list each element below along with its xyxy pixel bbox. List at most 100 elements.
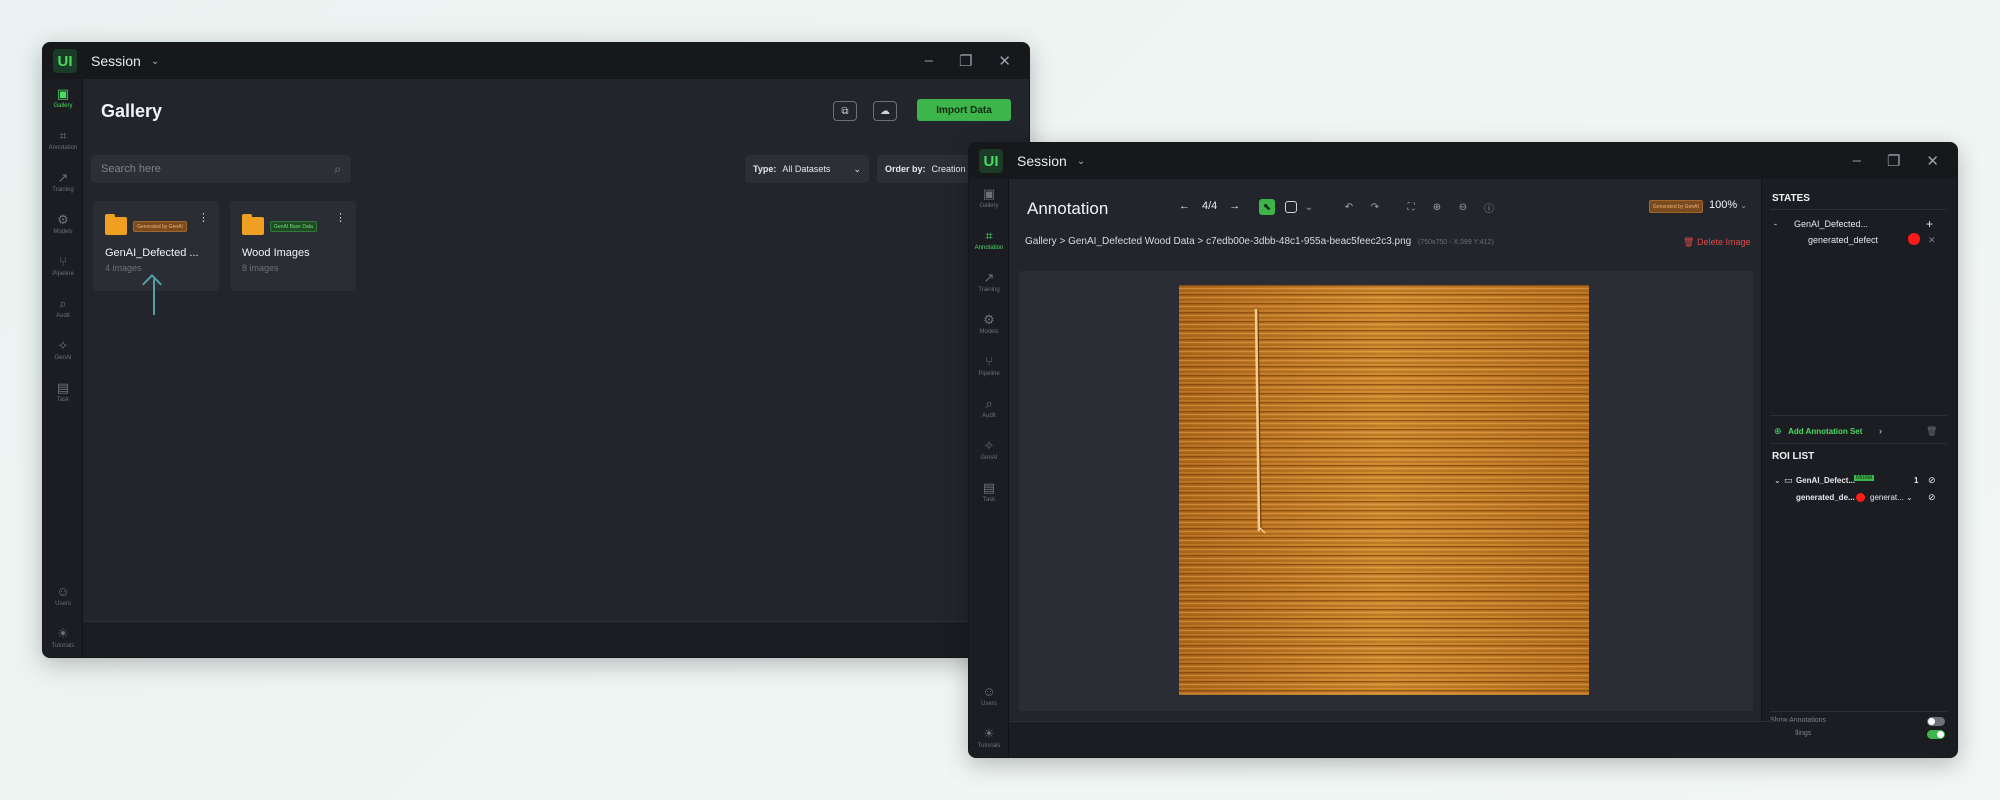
arrow-left-icon[interactable]: ← — [1179, 200, 1190, 212]
zoom-in-icon[interactable]: ⊕ — [1429, 199, 1445, 215]
sidebar-item-pipeline[interactable]: ⑂ Pipeline — [969, 355, 1009, 378]
app-logo: UI — [53, 49, 77, 73]
sidebar-item-task[interactable]: ▤ Task — [969, 481, 1009, 504]
close-icon[interactable]: ✕ — [1926, 152, 1939, 170]
sidebar-item-pipeline[interactable]: ⑂ Pipeline — [43, 255, 83, 278]
annotation-window: UI Session ⌄ – ❐ ✕ ▣ Gallery ⌗ Annotatio… — [968, 142, 1958, 758]
sidebar-item-genai[interactable]: ✧ GenAI — [969, 439, 1009, 462]
sidebar: ▣ Gallery ⌗ Annotation ↗ Training ⚙ Mode… — [969, 179, 1009, 757]
sidebar-item-gallery[interactable]: ▣ Gallery — [969, 186, 1009, 210]
gear-icon: ⚙ — [57, 212, 69, 227]
wand-icon: ✧ — [57, 338, 69, 353]
sidebar-item-audit[interactable]: ⌕ Audit — [969, 396, 1009, 420]
undo-icon[interactable]: ↶ — [1341, 199, 1357, 215]
sidebar-item-task[interactable]: ▤ Task — [43, 380, 83, 404]
crop-icon: ⌗ — [985, 228, 993, 243]
chevron-down-icon[interactable]: ⌄ — [1077, 156, 1085, 167]
roi-set-name[interactable]: GenAI_Defect... — [1796, 476, 1855, 485]
clipboard-icon: ▤ — [56, 380, 70, 395]
roi-type-select[interactable]: generat... ⌄ — [1870, 493, 1913, 502]
fit-icon[interactable]: ⛶ — [1403, 199, 1419, 215]
arrow-right-icon[interactable]: → — [1229, 200, 1240, 212]
close-icon[interactable]: ✕ — [1928, 235, 1936, 246]
sidebar-item-tutorials[interactable]: ☀ Tutorials — [969, 727, 1009, 750]
annotation-canvas[interactable] — [1019, 271, 1753, 711]
sidebar-item-genai[interactable]: ✧ GenAI — [43, 338, 83, 362]
crop-icon: ⌗ — [59, 128, 67, 143]
eye-off-icon[interactable]: ⊘ — [1928, 475, 1936, 486]
collapse-icon[interactable]: - — [1774, 219, 1777, 229]
trend-icon: ↗ — [983, 270, 995, 285]
breadcrumb-file: c7edb00e-3dbb-48c1-955a-beac5feec2c3.png — [1206, 236, 1412, 247]
zoom-out-icon[interactable]: ⊖ — [1455, 199, 1471, 215]
chevron-down-icon[interactable]: ⌄ — [1301, 199, 1317, 215]
restore-icon[interactable]: ❐ — [1887, 152, 1900, 170]
trash-icon[interactable]: 🗑 — [1926, 426, 1937, 437]
base-data-badge: GenAI Base Data — [270, 221, 317, 232]
info-icon[interactable]: ⓘ — [1481, 199, 1497, 215]
eye-off-icon[interactable]: ⊘ — [1928, 492, 1936, 503]
sidebar-item-users[interactable]: ☺ Users — [969, 684, 1009, 708]
card-title: Wood Images — [242, 247, 310, 259]
sidebar-item-models[interactable]: ⚙ Models — [969, 313, 1009, 336]
wood-image[interactable] — [1179, 285, 1589, 695]
minimize-icon[interactable]: – — [1853, 152, 1861, 170]
sidebar-item-training[interactable]: ↗ Training — [43, 171, 83, 194]
show-annotations-toggle[interactable] — [1927, 717, 1945, 726]
user-icon: ☺ — [56, 584, 70, 599]
roi-count: 1 — [1914, 476, 1919, 485]
close-icon[interactable]: ✕ — [998, 52, 1011, 70]
folder-icon: ▭ — [1784, 475, 1793, 485]
more-icon[interactable]: ⋮ — [198, 211, 209, 224]
chevron-down-icon[interactable]: ⌄ — [151, 56, 159, 67]
sidebar-item-training[interactable]: ↗ Training — [969, 270, 1009, 294]
sidebar-item-models[interactable]: ⚙ Models — [43, 212, 83, 236]
minimize-icon[interactable]: – — [925, 52, 933, 70]
session-title[interactable]: Session — [91, 53, 141, 69]
image-meta: (750x750 - X:399 Y:412) — [1418, 239, 1494, 246]
import-data-button[interactable]: Import Data — [917, 99, 1011, 121]
show-fillings-toggle[interactable] — [1927, 730, 1945, 739]
zoom-level[interactable]: 100% ⌄ — [1709, 199, 1747, 211]
roi-list-header: ROI LIST — [1772, 451, 1815, 462]
color-swatch[interactable] — [1908, 233, 1920, 245]
state-set-name[interactable]: GenAI_Defected... — [1794, 219, 1868, 229]
cloud-icon[interactable]: ☁ — [873, 101, 897, 121]
titlebar: UI Session ⌄ – ❐ ✕ — [969, 143, 1957, 179]
redo-icon[interactable]: ↷ — [1367, 199, 1383, 215]
select-tool-icon[interactable]: ⬉ — [1259, 199, 1275, 215]
sidebar-item-annotation[interactable]: ⌗ Annotation — [43, 128, 83, 152]
sidebar-item-gallery[interactable]: ▣ Gallery — [43, 87, 83, 110]
roi-item-name[interactable]: generated_de... — [1796, 493, 1855, 502]
search-input[interactable] — [101, 163, 335, 175]
search-icon[interactable]: ⌕ — [334, 162, 341, 177]
dataset-card[interactable]: GenAI Base Data ⋮ Wood Images 8 images — [230, 201, 356, 291]
card-count: 8 images — [242, 263, 279, 273]
breadcrumb: Gallery > GenAI_Defected Wood Data > c7e… — [1025, 236, 1494, 247]
state-class-name[interactable]: generated_defect — [1808, 235, 1878, 245]
bottom-bar — [1009, 721, 1795, 757]
restore-icon[interactable]: ❐ — [959, 52, 972, 70]
sidebar-item-annotation[interactable]: ⌗ Annotation — [969, 228, 1009, 252]
card-count: 4 images — [105, 263, 142, 273]
plus-circle-icon: ⊕ — [1774, 426, 1782, 436]
sidebar-item-tutorials[interactable]: ☀ Tutorials — [43, 627, 83, 650]
session-title[interactable]: Session — [1017, 153, 1067, 169]
right-panel: STATES - GenAI_Defected... + generated_d… — [1761, 179, 1957, 757]
rectangle-tool-icon[interactable] — [1285, 201, 1297, 213]
add-icon[interactable]: + — [1926, 217, 1933, 231]
collapse-icon[interactable]: ⌄ — [1774, 476, 1781, 485]
more-icon[interactable]: ⋮ — [335, 211, 346, 224]
breadcrumb-gallery[interactable]: Gallery — [1025, 236, 1057, 247]
sidebar-item-audit[interactable]: ⌕ Audit — [43, 297, 83, 320]
sidebar-item-users[interactable]: ☺ Users — [43, 584, 83, 608]
delete-image-button[interactable]: 🗑 Delete Image — [1683, 237, 1750, 248]
breadcrumb-dataset[interactable]: GenAI_Defected Wood Data — [1068, 236, 1195, 247]
add-annotation-set-button[interactable]: ⊕ Add Annotation Set › — [1774, 426, 1882, 437]
user-icon: ☺ — [982, 684, 996, 699]
generated-badge: Generated by GenAI — [1649, 200, 1703, 213]
copy-icon[interactable]: ⧉ — [833, 101, 857, 121]
search-icon: ⌕ — [985, 396, 993, 411]
type-filter[interactable]: Type: All Datasets ⌄ — [745, 155, 869, 183]
image-icon: ▣ — [982, 186, 996, 201]
